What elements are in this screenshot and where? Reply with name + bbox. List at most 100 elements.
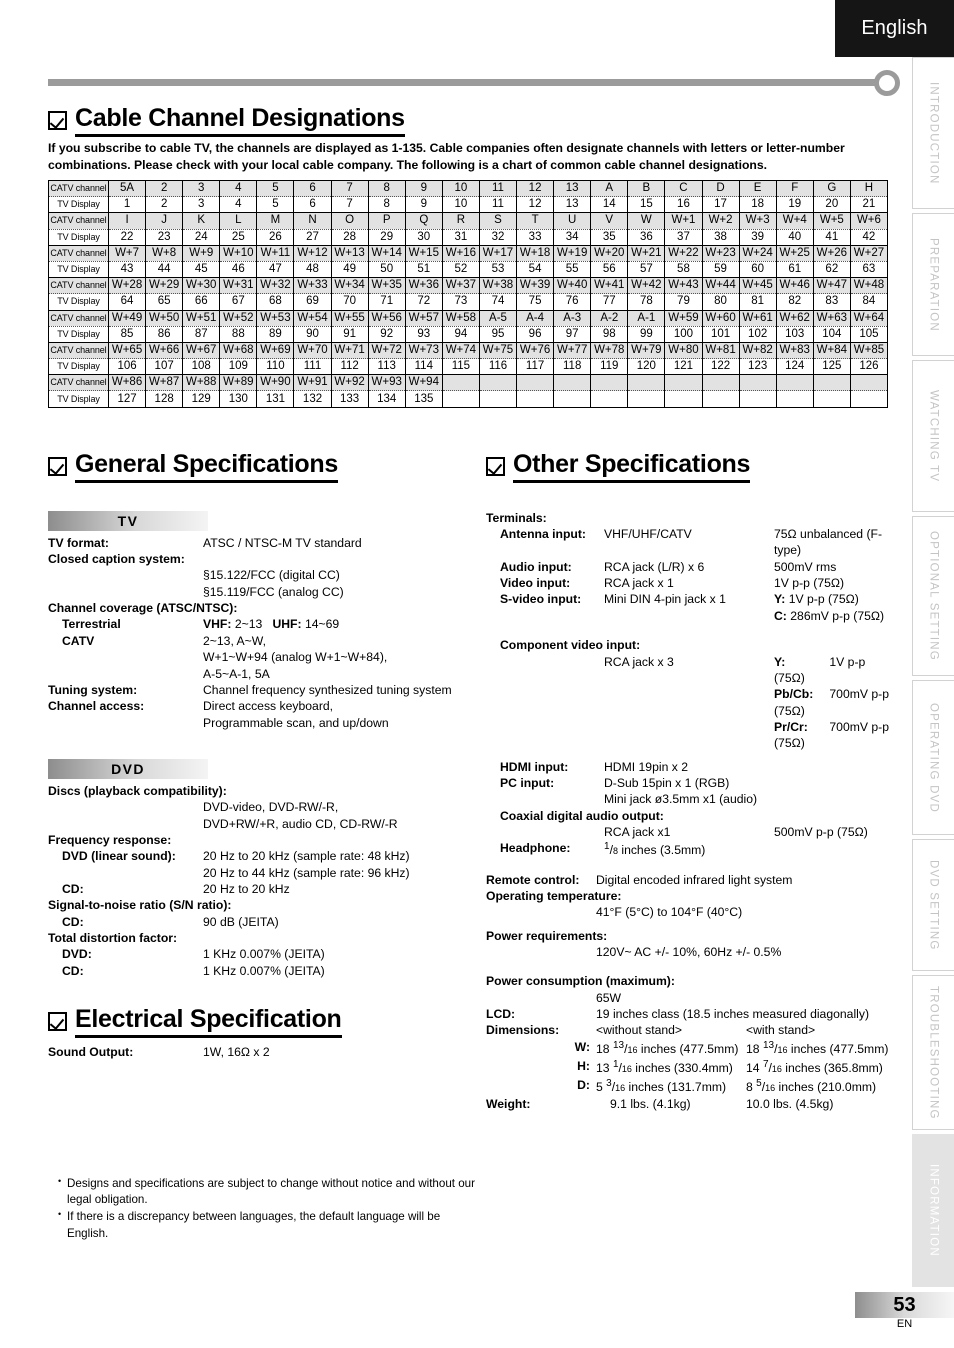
table-row: CATV channel W+49 W+50 W+51 W+52 W+53 W+54 W+55…: [48, 309, 889, 327]
tv-display-cell: 22: [107, 228, 147, 246]
catv-cell: A: [590, 179, 629, 198]
spec-key: Discs (playback compatibility):: [48, 783, 227, 798]
catv-cell: W+80: [664, 341, 703, 360]
tv-display-cell: 18: [738, 196, 777, 214]
tv-display-cell: 81: [738, 293, 777, 311]
tv-display-cell: 72: [404, 293, 443, 311]
tv-display-cell: 77: [590, 293, 629, 311]
tv-display-cell: 68: [256, 293, 295, 311]
spec-key: Channel access:: [48, 699, 145, 714]
tv-display-cell: 58: [664, 260, 703, 279]
catv-cell: W+45: [738, 277, 777, 295]
sidebar-tab-dvd-setting[interactable]: DVD SETTING: [912, 839, 954, 971]
section-tabs-sidebar: INTRODUCTION PREPARATION WATCHING TV OPTION…: [912, 57, 954, 1287]
spec-key: DVD:: [62, 947, 92, 962]
spec-value: RCA jack x1: [604, 824, 671, 839]
spec-row: Pr/Cr: 700mV p-p (75Ω): [486, 719, 896, 752]
row-label-tv: TV Display: [48, 325, 109, 343]
sidebar-tab-introduction[interactable]: INTRODUCTION: [912, 57, 954, 209]
tv-display-cell: 135: [404, 390, 443, 408]
spec-key: DVD (linear sound):: [62, 849, 176, 864]
tv-display-cell: 37: [664, 228, 703, 246]
tv-display-cell: 12: [516, 196, 555, 214]
catv-cell: [701, 374, 740, 392]
spec-key: Antenna input:: [500, 527, 586, 542]
checkbox-icon: [486, 457, 505, 476]
tv-display-cell: 112: [330, 358, 369, 376]
catv-cell: W+1: [664, 212, 703, 230]
spec-row: Channel access: Direct access keyboard,: [48, 698, 478, 714]
catv-cell: M: [256, 212, 295, 230]
catv-cell: W+50: [145, 309, 184, 327]
catv-cell: A-4: [516, 309, 555, 327]
tv-display-cell: 62: [812, 260, 851, 279]
terminals-key: Terminals:: [486, 510, 547, 525]
spec-key: CD:: [62, 963, 84, 978]
page-number-block: 53: [855, 1292, 954, 1318]
spec-key: Headphone:: [500, 841, 571, 856]
spec-value: 41°F (5°C) to 104°F (40°C): [596, 905, 743, 920]
catv-cell: W+22: [664, 244, 703, 262]
tv-display-cell: 2: [145, 196, 184, 214]
spec-row: Headphone: 1/8 inches (3.5mm): [486, 840, 896, 858]
sidebar-tab-preparation[interactable]: PREPARATION: [912, 213, 954, 356]
catv-cell: W+29: [145, 277, 184, 295]
spec-detail: 500mV rms: [774, 559, 837, 574]
language-label: English: [861, 17, 928, 39]
tv-display-cell: 32: [478, 228, 518, 246]
row-label-catv: CATV channel: [48, 341, 109, 360]
tv-display-cell: 117: [516, 358, 555, 376]
tv-display-cell: 42: [849, 228, 889, 246]
spec-value: Programmable scan, and up/down: [203, 715, 389, 730]
spec-value: W+1~W+94 (analog W+1~W+84),: [203, 650, 388, 665]
catv-cell: B: [627, 179, 666, 198]
spec-row: Audio input: RCA jack (L/R) x 6 500mV rm…: [486, 559, 896, 575]
tv-display-cell: 36: [627, 228, 666, 246]
sidebar-tab-watching-tv[interactable]: WATCHING TV: [912, 360, 954, 512]
tv-display-cell: 134: [367, 390, 406, 408]
tv-display-cell: 121: [664, 358, 703, 376]
tv-display-cell: 45: [182, 260, 221, 279]
tv-display-cell: 63: [849, 260, 889, 279]
catv-cell: A-2: [590, 309, 629, 327]
tv-display-cell: 27: [293, 228, 332, 246]
catv-cell: [516, 374, 555, 392]
tv-display-cell: 98: [590, 325, 629, 343]
spec-key: LCD:: [486, 1007, 516, 1022]
sidebar-tab-optional-setting[interactable]: OPTIONAL SETTING: [912, 516, 954, 676]
sidebar-tab-operating-dvd[interactable]: OPERATING DVD: [912, 680, 954, 835]
spec-value: §15.122/FCC (digital CC): [203, 568, 340, 583]
catv-cell: W+71: [330, 341, 369, 360]
dimensions-row: D: 5 3/16 inches (131.7mm) 8 5/16 inches…: [486, 1077, 896, 1096]
spec-value: DVD+RW/+R, audio CD, CD-RW/-R: [203, 816, 398, 831]
tv-display-cell: 111: [293, 358, 332, 376]
tv-display-cell: 54: [516, 260, 555, 279]
catv-cell: W+21: [627, 244, 666, 262]
catv-cell: W+79: [627, 341, 666, 360]
sidebar-tab-troubleshooting[interactable]: TROUBLESHOOTING: [912, 975, 954, 1130]
tv-display-cell: 3: [182, 196, 221, 214]
catv-cell: [590, 374, 629, 392]
tv-display-cell: 28: [330, 228, 369, 246]
spec-key: W:: [574, 1040, 590, 1055]
catv-cell: P: [367, 212, 406, 230]
pr-key: Pr/Cr:: [774, 719, 808, 734]
spec-key: Remote control:: [486, 872, 580, 887]
y-key: Y:: [774, 592, 786, 607]
catv-cell: W+24: [738, 244, 777, 262]
c-value: 286mV p-p (75Ω): [790, 608, 885, 623]
tv-display-cell: 75: [516, 293, 555, 311]
sidebar-tab-information[interactable]: INFORMATION: [912, 1134, 954, 1287]
table-row: CATV channel I J K L M N O P Q R S T U V W W+1 W+2 W+3 W+4 W…: [48, 212, 889, 230]
catv-cell: 13: [553, 179, 592, 198]
catv-cell: 10: [441, 179, 480, 198]
tv-display-cell: 49: [330, 260, 369, 279]
catv-cell: W+46: [775, 277, 814, 295]
tv-display-cell: 99: [627, 325, 666, 343]
sidebar-tab-label: DVD SETTING: [927, 859, 940, 951]
spec-detail: Y: 1V p-p (75Ω): [774, 591, 896, 607]
spec-key: H:: [577, 1059, 590, 1074]
dim-with-value: 14 7/16 inches (365.8mm): [746, 1059, 883, 1076]
tv-display-cell: 114: [404, 358, 443, 376]
dim-without-header: <without stand>: [596, 1023, 683, 1038]
